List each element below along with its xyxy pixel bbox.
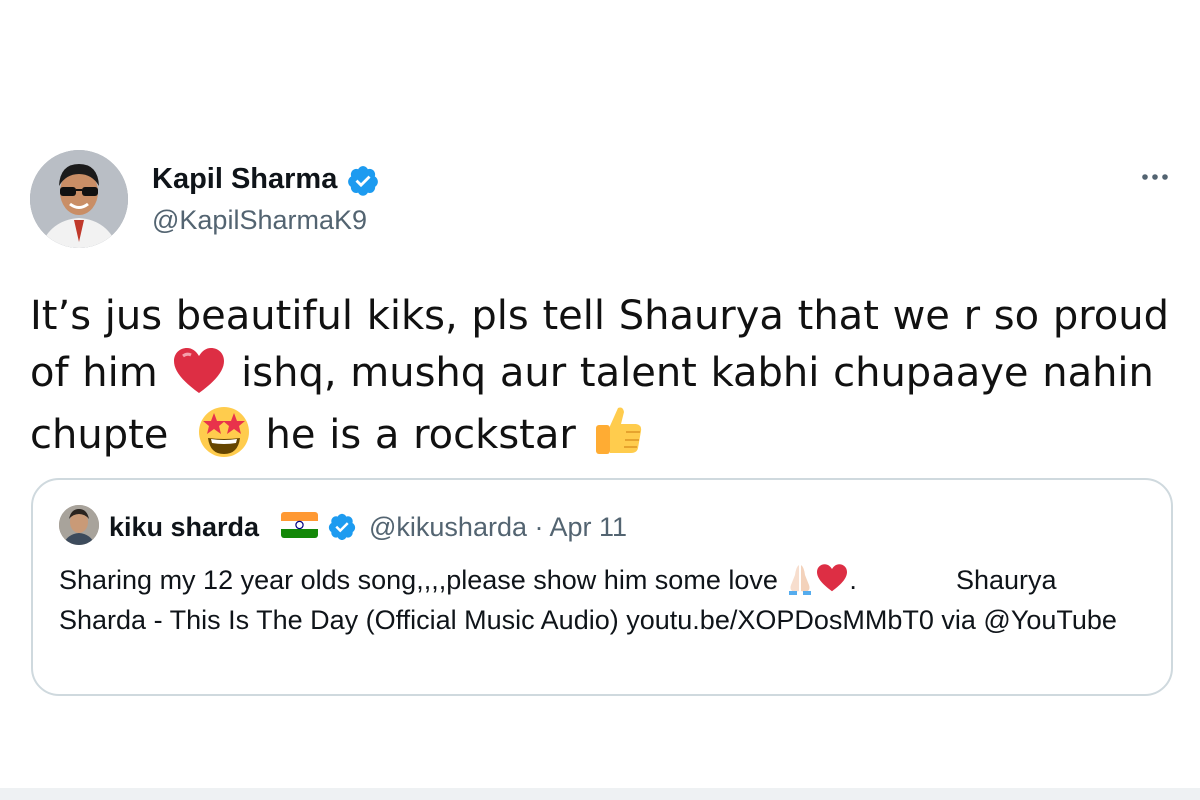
star-struck-face-icon [198, 407, 249, 457]
quoted-author-meta: @kikusharda · Apr 11 [369, 512, 627, 543]
tweet-text-line3b: he is a rockstar [265, 412, 576, 458]
more-dots-icon[interactable] [1138, 160, 1172, 194]
tweet-text-line3a: chupte [30, 412, 169, 458]
red-heart-icon [817, 564, 848, 592]
tweet-text: It’s jus beautiful kiks, pls tell Shaury… [30, 288, 1180, 464]
tweet-text-line2b: ishq, mushq aur talent kabhi chupaaye na… [241, 350, 1154, 396]
author-handle[interactable]: @KapilSharmaK9 [152, 205, 367, 236]
youtube-link[interactable]: youtu.be/XOPDosMMbT0 [626, 605, 934, 635]
quoted-author-name[interactable]: kiku sharda [109, 512, 259, 543]
tweet-text-line1: It’s jus beautiful kiks, pls tell Shaury… [30, 293, 1169, 339]
quoted-text-part1: Sharing my 12 year olds song,,,,please s… [59, 565, 778, 595]
verified-badge-icon [328, 513, 356, 541]
quoted-tweet[interactable]: kiku sharda @kikusharda · Apr 11 Sharing… [31, 478, 1173, 696]
verified-badge-icon [348, 166, 378, 196]
author-avatar[interactable] [30, 150, 128, 248]
thumbs-up-icon [595, 407, 641, 454]
india-flag-icon [281, 512, 318, 538]
quoted-text-part2: . [849, 565, 857, 595]
tweet-card: Kapil Sharma @KapilSharmaK9 It’s jus bea… [0, 0, 1200, 800]
author-name[interactable]: Kapil Sharma [152, 163, 337, 196]
quoted-tweet-text: Sharing my 12 year olds song,,,,please s… [59, 560, 1149, 640]
bottom-divider [0, 788, 1200, 800]
folded-hands-icon [789, 565, 812, 595]
quoted-author-avatar[interactable] [59, 505, 99, 545]
quoted-author-handle[interactable]: @kikusharda [369, 512, 527, 542]
tweet-text-line2a: of him [30, 350, 158, 396]
quoted-text-part4: via @YouTube [941, 605, 1117, 635]
quoted-tweet-date[interactable]: Apr 11 [550, 512, 628, 542]
separator-dot: · [534, 512, 544, 542]
red-heart-icon [174, 348, 225, 393]
